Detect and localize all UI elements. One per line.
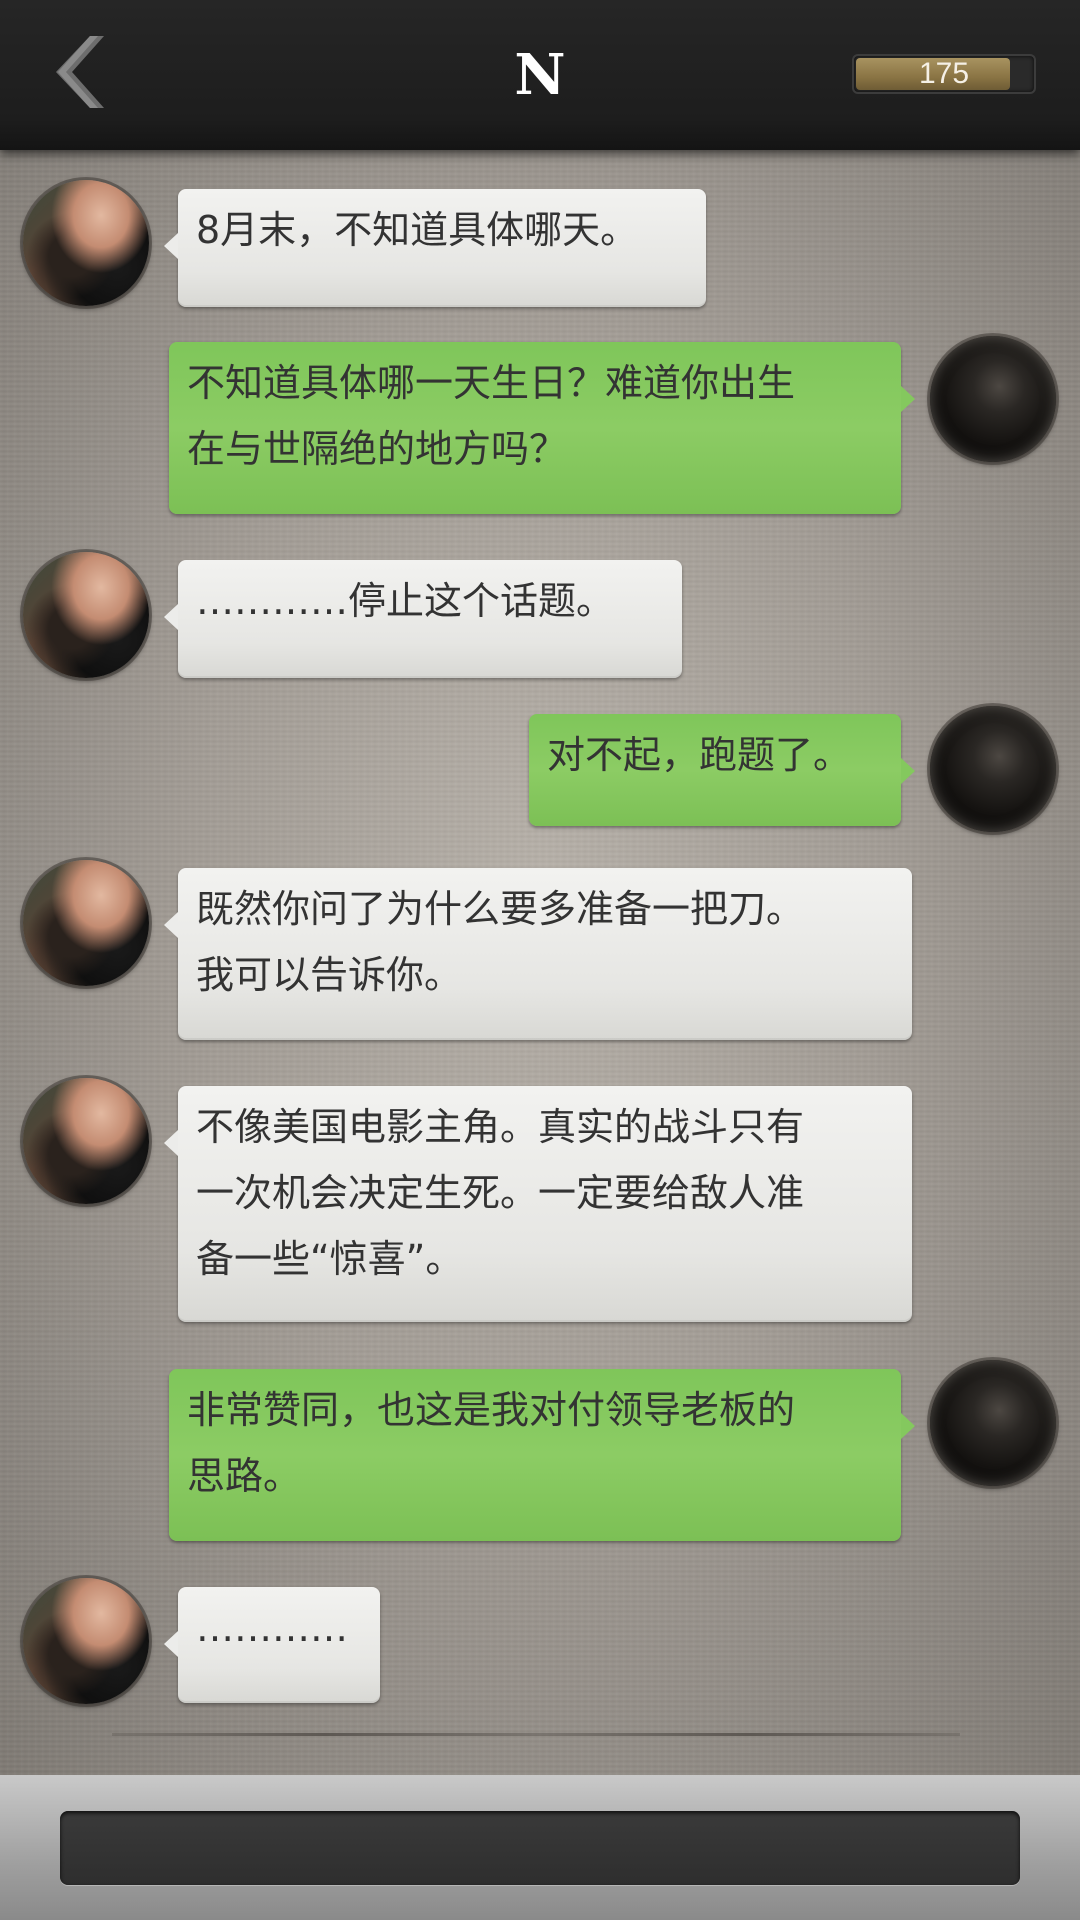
points-value: 175 <box>918 57 970 90</box>
header-bar: N 175 <box>0 0 1080 150</box>
message-bubble: 非常赞同，也这是我对付领导老板的 思路。 <box>169 1369 915 1541</box>
message-bubble: 不知道具体哪一天生日？难道你出生 在与世隔绝的地方吗？ <box>169 342 915 514</box>
message-bubble: 不像美国电影主角。真实的战斗只有 一次机会决定生死。一定要给敌人准 备一些“惊喜… <box>164 1086 912 1322</box>
contact-avatar[interactable] <box>23 180 149 306</box>
contact-avatar[interactable] <box>23 552 149 678</box>
contact-avatar[interactable] <box>23 1078 149 1204</box>
user-avatar[interactable] <box>930 336 1056 462</box>
message-bubble: 对不起，跑题了。 <box>529 714 915 826</box>
divider-line <box>112 1733 960 1736</box>
reply-input[interactable] <box>60 1811 1020 1885</box>
bottom-bar <box>0 1775 1080 1920</box>
message-bubble: ………… <box>164 1587 380 1703</box>
user-avatar[interactable] <box>930 1360 1056 1486</box>
message-bubble: 既然你问了为什么要多准备一把刀。 我可以告诉你。 <box>164 868 912 1040</box>
contact-avatar[interactable] <box>23 1578 149 1704</box>
message-bubble: …………停止这个话题。 <box>164 560 682 678</box>
contact-avatar[interactable] <box>23 860 149 986</box>
message-bubble: 8月末，不知道具体哪天。 <box>164 189 706 307</box>
points-meter: 175 <box>852 54 1036 94</box>
user-avatar[interactable] <box>930 706 1056 832</box>
